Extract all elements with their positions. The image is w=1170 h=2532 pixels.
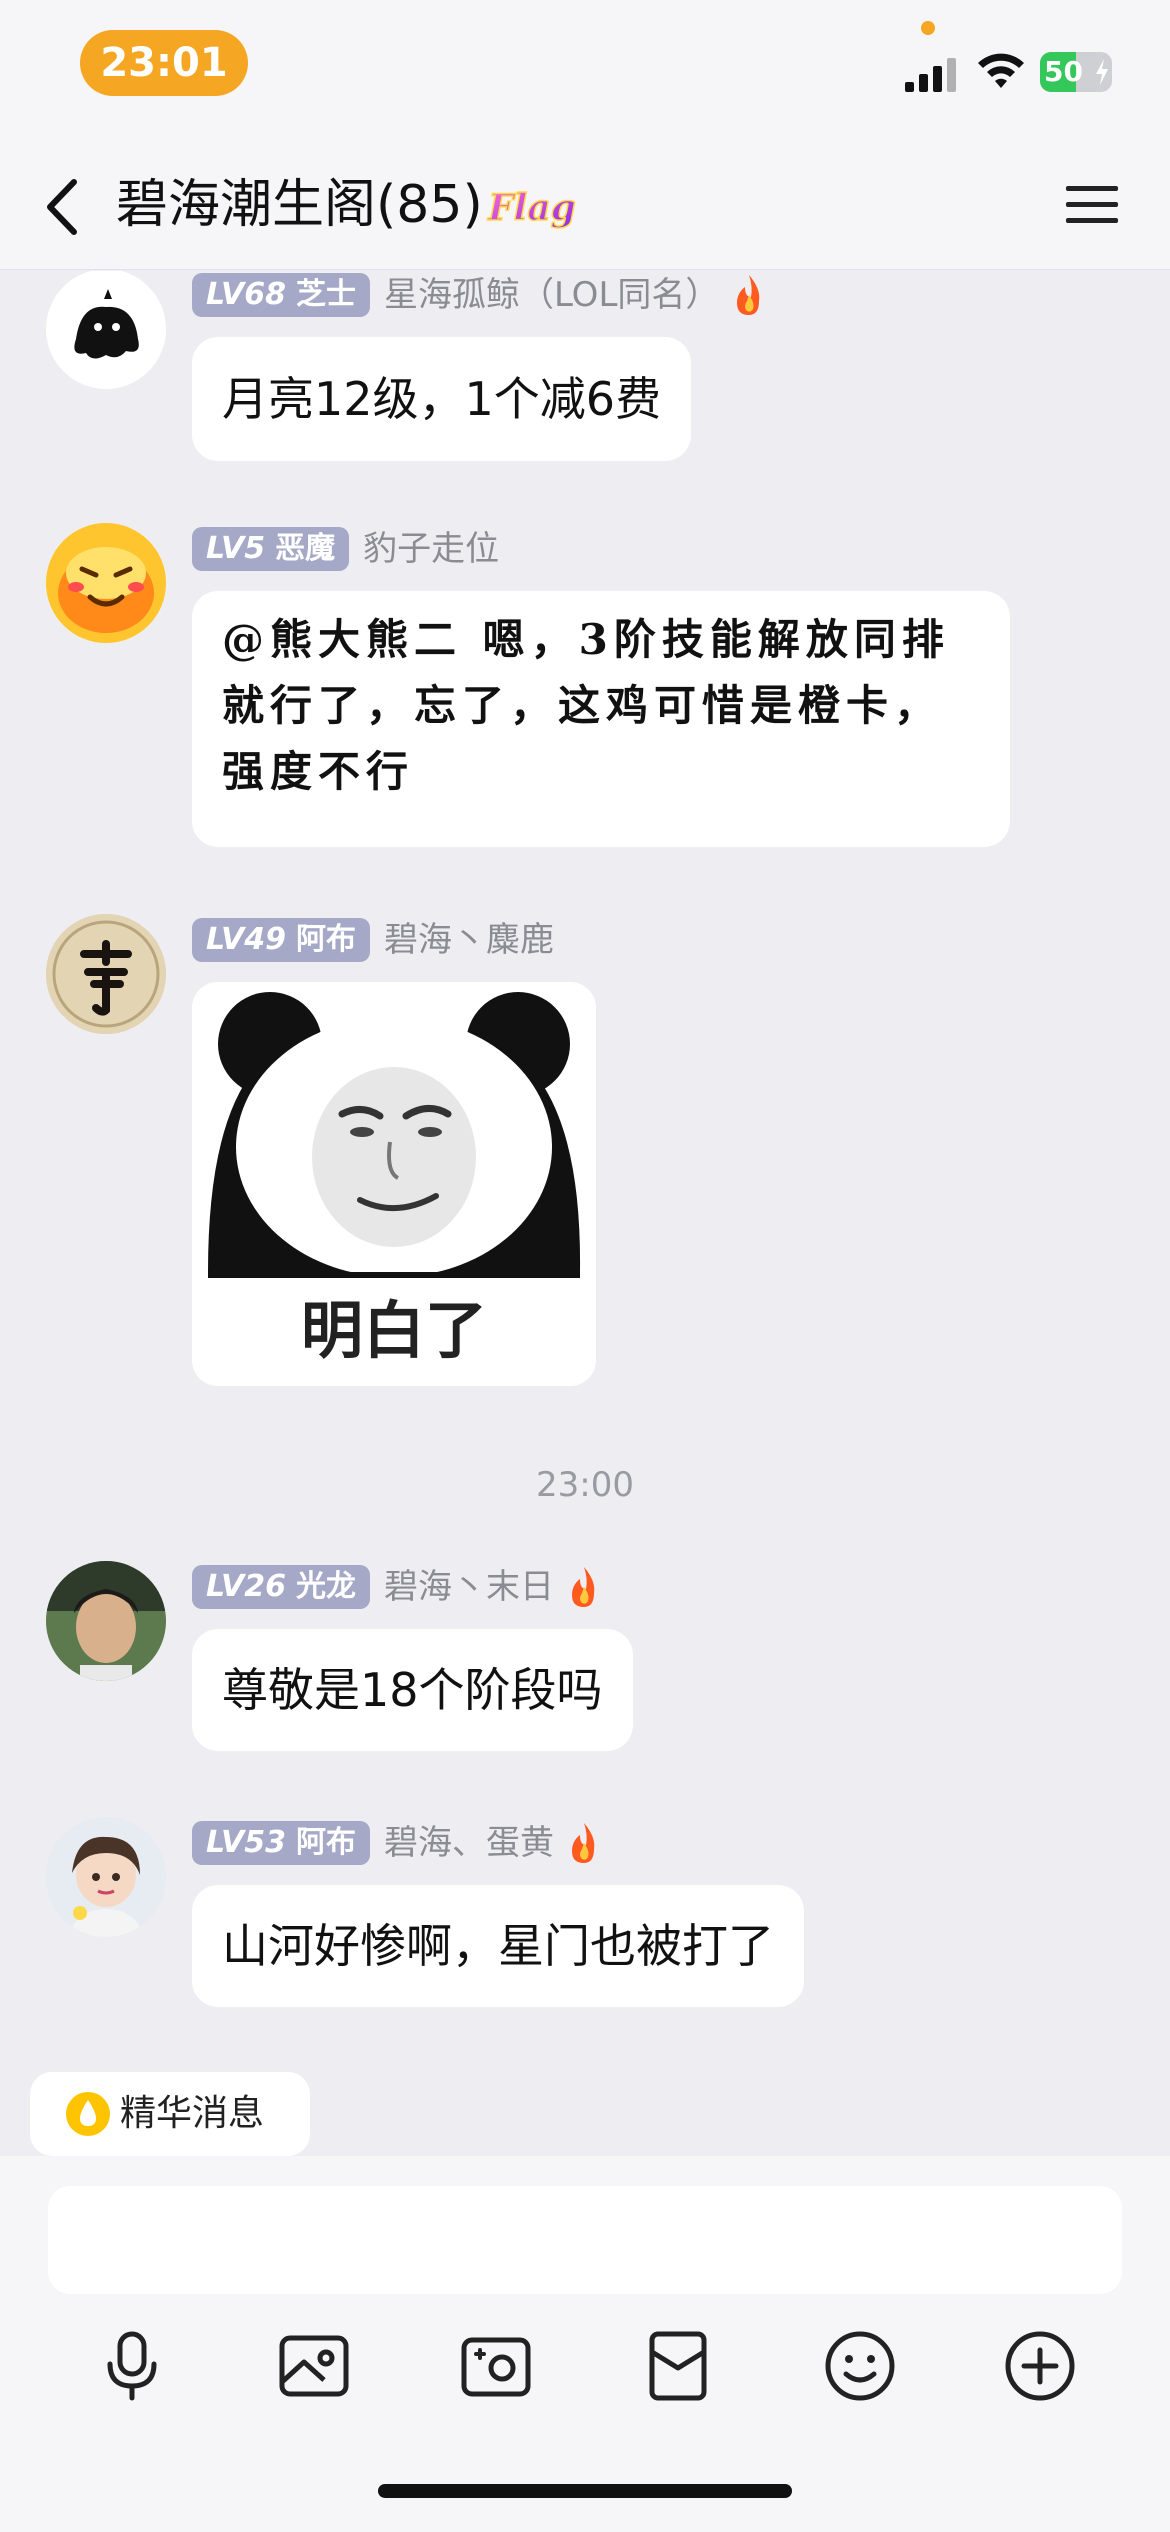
fire-icon bbox=[737, 275, 760, 315]
level-number: LV49 bbox=[206, 922, 286, 957]
message-bubble[interactable]: 山河好惨啊，星门也被打了 bbox=[192, 1885, 804, 2007]
essence-drop-icon bbox=[66, 2092, 110, 2136]
message-meta: LV5 恶魔 豹子走位 bbox=[192, 527, 499, 577]
sticker-message[interactable]: 明白了 bbox=[192, 982, 596, 1386]
level-badge: LV53 阿布 bbox=[192, 1821, 370, 1865]
emoji-icon[interactable] bbox=[820, 2326, 900, 2406]
message-bubble[interactable]: 月亮12级，1个减6费 bbox=[192, 337, 692, 461]
sender-nickname[interactable]: 豹子走位 bbox=[363, 527, 499, 571]
chevron-left-icon[interactable] bbox=[40, 176, 90, 238]
level-badge: LV26 光龙 bbox=[192, 1565, 370, 1609]
level-title: 阿布 bbox=[295, 922, 356, 957]
flag-badge: Flag bbox=[486, 186, 576, 230]
message-bubble[interactable]: @熊大熊二 嗯，3阶技能解放同排就行了，忘了，这鸡可惜是橙卡，强度不行 bbox=[192, 591, 1010, 847]
message-meta: LV49 阿布 碧海丶麋鹿 bbox=[192, 918, 554, 968]
sticker-caption: 明白了 bbox=[300, 1294, 487, 1367]
message-meta: LV53 阿布 碧海、蛋黄 bbox=[192, 1821, 602, 1871]
level-title: 光龙 bbox=[295, 1569, 356, 1604]
essence-messages-button[interactable]: 精华消息 bbox=[30, 2072, 310, 2156]
cellular-signal-icon bbox=[905, 58, 956, 92]
fire-icon bbox=[571, 1823, 595, 1863]
message-timestamp: 23:00 bbox=[536, 1465, 634, 1505]
level-title: 恶魔 bbox=[275, 531, 336, 566]
sender-nickname[interactable]: 星海孤鲸（LOL同名） bbox=[384, 273, 719, 317]
camera-icon[interactable] bbox=[456, 2326, 536, 2406]
chat-message-list[interactable]: LV68 芝士 星海孤鲸（LOL同名） 月亮12级，1个减6费 LV5 恶魔 豹子走位 … bbox=[0, 271, 1170, 2056]
level-number: LV68 bbox=[206, 277, 286, 312]
avatar[interactable] bbox=[46, 1817, 166, 1937]
message-meta: LV68 芝士 星海孤鲸（LOL同名） bbox=[192, 273, 767, 323]
avatar-photo-boy-image bbox=[46, 1561, 166, 1681]
wifi-icon bbox=[978, 53, 1024, 88]
level-number: LV53 bbox=[206, 1825, 286, 1860]
composer-panel bbox=[0, 2156, 1170, 2532]
avatar[interactable] bbox=[46, 1561, 166, 1681]
sender-nickname[interactable]: 碧海丶末日 bbox=[384, 1565, 554, 1609]
avatar-anime-child-image bbox=[46, 1817, 166, 1937]
chat-header: 碧海潮生阁(85) Flag bbox=[0, 140, 1170, 270]
level-number: LV26 bbox=[206, 1569, 286, 1604]
avatar-calligraphy-image bbox=[46, 914, 166, 1034]
status-time: 23:01 bbox=[80, 30, 248, 96]
status-bar: 23:01 50 bbox=[0, 0, 1170, 140]
plus-icon[interactable] bbox=[1000, 2326, 1080, 2406]
fire-icon bbox=[571, 1567, 595, 1607]
home-indicator[interactable] bbox=[378, 2484, 792, 2498]
avatar[interactable] bbox=[46, 271, 166, 389]
sender-nickname[interactable]: 碧海丶麋鹿 bbox=[384, 918, 554, 962]
red-packet-icon[interactable] bbox=[638, 2326, 718, 2406]
flag-badge-text: Flag bbox=[487, 187, 576, 229]
level-number: LV5 bbox=[206, 531, 266, 566]
avatar-orange-cartoon-image bbox=[46, 523, 166, 643]
level-title: 阿布 bbox=[295, 1825, 356, 1860]
charging-bolt-icon bbox=[1096, 59, 1108, 85]
level-title: 芝士 bbox=[295, 277, 356, 312]
battery-icon: 50 bbox=[1040, 52, 1112, 92]
message-input[interactable] bbox=[48, 2186, 1122, 2294]
level-badge: LV5 恶魔 bbox=[192, 527, 350, 571]
hamburger-menu-icon[interactable] bbox=[1066, 182, 1118, 228]
avatar-black-creature-image bbox=[46, 271, 166, 389]
essence-label: 精华消息 bbox=[120, 2093, 265, 2134]
level-badge: LV68 芝士 bbox=[192, 273, 370, 317]
battery-percent: 50 bbox=[1044, 55, 1083, 88]
message-meta: LV26 光龙 碧海丶末日 bbox=[192, 1565, 602, 1615]
image-icon[interactable] bbox=[274, 2326, 354, 2406]
message-bubble[interactable]: 尊敬是18个阶段吗 bbox=[192, 1629, 633, 1751]
privacy-indicator-dot bbox=[921, 21, 935, 35]
group-title[interactable]: 碧海潮生阁(85) bbox=[116, 172, 483, 238]
microphone-icon[interactable] bbox=[92, 2326, 172, 2406]
level-badge: LV49 阿布 bbox=[192, 918, 370, 962]
avatar[interactable] bbox=[46, 914, 166, 1034]
sender-nickname[interactable]: 碧海、蛋黄 bbox=[384, 1821, 554, 1865]
avatar[interactable] bbox=[46, 523, 166, 643]
